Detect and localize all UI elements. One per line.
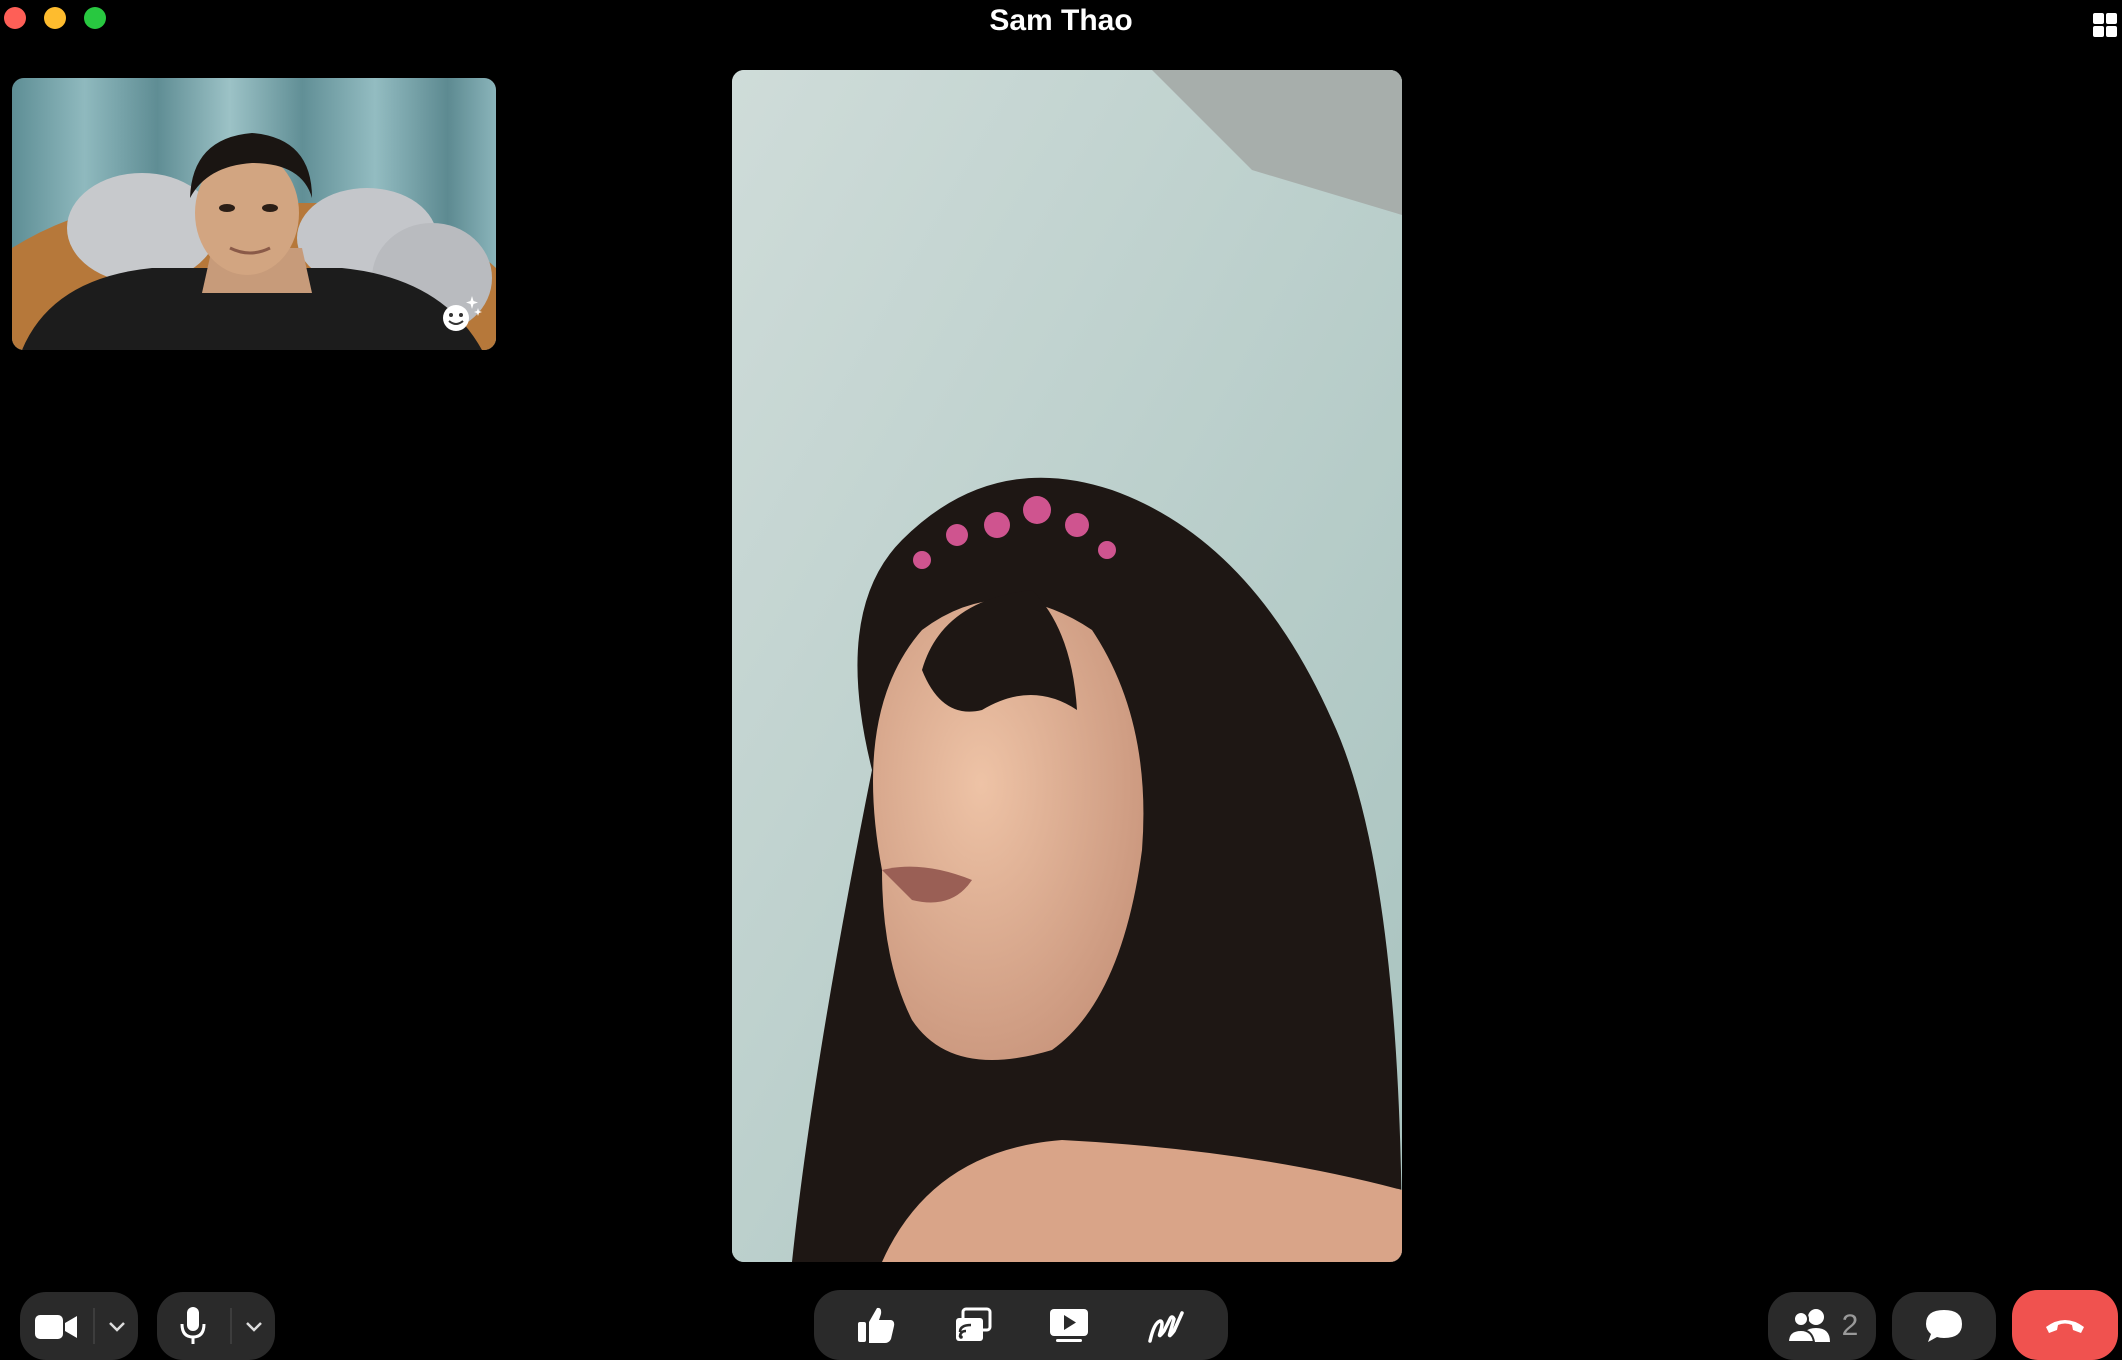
chevron-down-icon (109, 1322, 125, 1332)
divider (230, 1308, 232, 1344)
grid-icon (2093, 13, 2117, 37)
microphone-toggle-button[interactable] (164, 1300, 222, 1352)
call-title: Sam Thao (989, 4, 1133, 37)
video-camera-icon (35, 1315, 77, 1339)
people-icon (1786, 1309, 1830, 1343)
draw-button[interactable] (1131, 1295, 1201, 1355)
end-call-button[interactable] (2012, 1290, 2118, 1360)
participant-count: 2 (1841, 1309, 1859, 1342)
chat-button[interactable] (1892, 1292, 1996, 1360)
phone-hangup-icon (2046, 1320, 2084, 1333)
reaction-button[interactable] (841, 1295, 911, 1355)
effects-button[interactable] (438, 294, 482, 334)
chevron-down-icon (246, 1322, 262, 1332)
microphone-icon (180, 1307, 206, 1344)
camera-control-group (20, 1292, 138, 1360)
remote-video[interactable] (732, 70, 1402, 1262)
camera-options-dropdown[interactable] (103, 1300, 131, 1352)
microphone-options-dropdown[interactable] (240, 1300, 268, 1352)
divider (93, 1308, 95, 1344)
chat-bubble-icon (1926, 1310, 1962, 1342)
screen-share-button[interactable] (938, 1295, 1008, 1355)
draw-icon (1148, 1311, 1184, 1343)
smiley-sparkle-icon (443, 296, 482, 331)
watch-together-button[interactable] (1034, 1295, 1104, 1355)
microphone-control-group (157, 1292, 275, 1360)
call-actions-group (814, 1290, 1228, 1360)
play-icon (1050, 1309, 1089, 1342)
screen-share-icon (955, 1307, 992, 1341)
self-video-preview[interactable] (12, 78, 496, 350)
camera-toggle-button[interactable] (27, 1300, 85, 1352)
thumbs-up-icon (858, 1307, 895, 1343)
remote-video-image (732, 70, 1402, 1262)
self-video-image (12, 78, 496, 350)
participants-button[interactable]: 2 (1768, 1292, 1876, 1360)
layout-grid-button[interactable] (2092, 12, 2118, 38)
title-bar: Sam Thao (0, 0, 2122, 50)
